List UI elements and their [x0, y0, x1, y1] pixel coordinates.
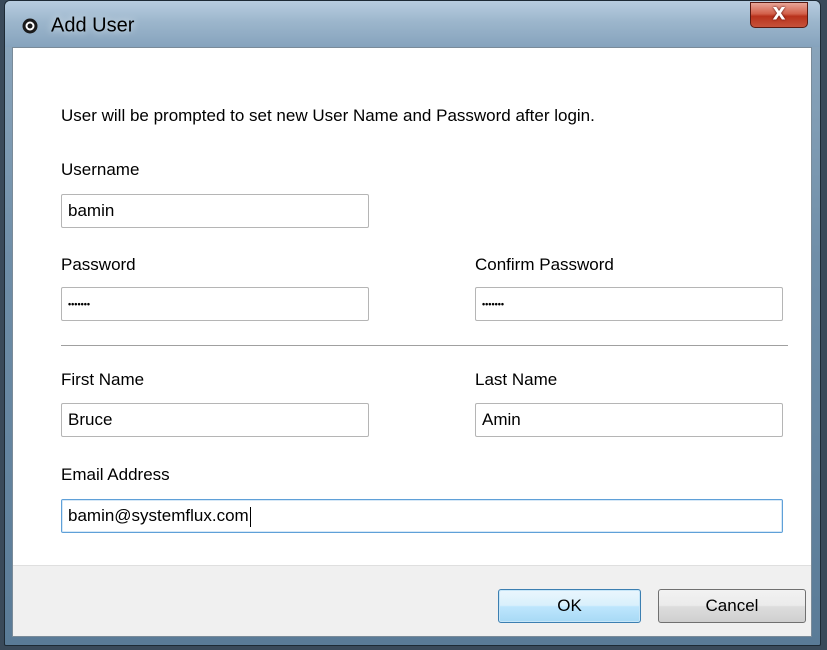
first-name-label: First Name	[61, 370, 145, 389]
first-name-field[interactable]	[61, 403, 369, 437]
dialog-body: User will be prompted to set new User Na…	[12, 47, 812, 637]
divider	[61, 345, 788, 347]
email-value: bamin@systemflux.com	[68, 506, 249, 525]
close-icon: X	[772, 4, 786, 25]
password-label: Password	[61, 255, 136, 274]
last-name-field[interactable]	[475, 403, 783, 437]
app-gear-icon	[22, 18, 38, 34]
ok-button[interactable]: OK	[498, 589, 641, 623]
add-user-dialog: Add User X User will be prompted to set …	[4, 0, 821, 646]
password-field[interactable]	[61, 287, 369, 321]
username-field[interactable]	[61, 194, 369, 228]
username-label: Username	[61, 160, 140, 179]
button-bar: OK Cancel	[13, 565, 811, 636]
email-field[interactable]: bamin@systemflux.com	[61, 499, 783, 533]
text-caret	[249, 506, 251, 527]
close-button[interactable]: X	[750, 2, 808, 28]
form-area: User will be prompted to set new User Na…	[13, 48, 811, 565]
info-text: User will be prompted to set new User Na…	[61, 106, 595, 125]
email-label: Email Address	[61, 465, 170, 484]
window-title: Add User	[51, 14, 135, 37]
title-bar[interactable]: Add User X	[5, 1, 820, 47]
confirm-password-field[interactable]	[475, 287, 783, 321]
confirm-password-label: Confirm Password	[475, 255, 614, 274]
last-name-label: Last Name	[475, 370, 558, 389]
cancel-button[interactable]: Cancel	[658, 589, 806, 623]
